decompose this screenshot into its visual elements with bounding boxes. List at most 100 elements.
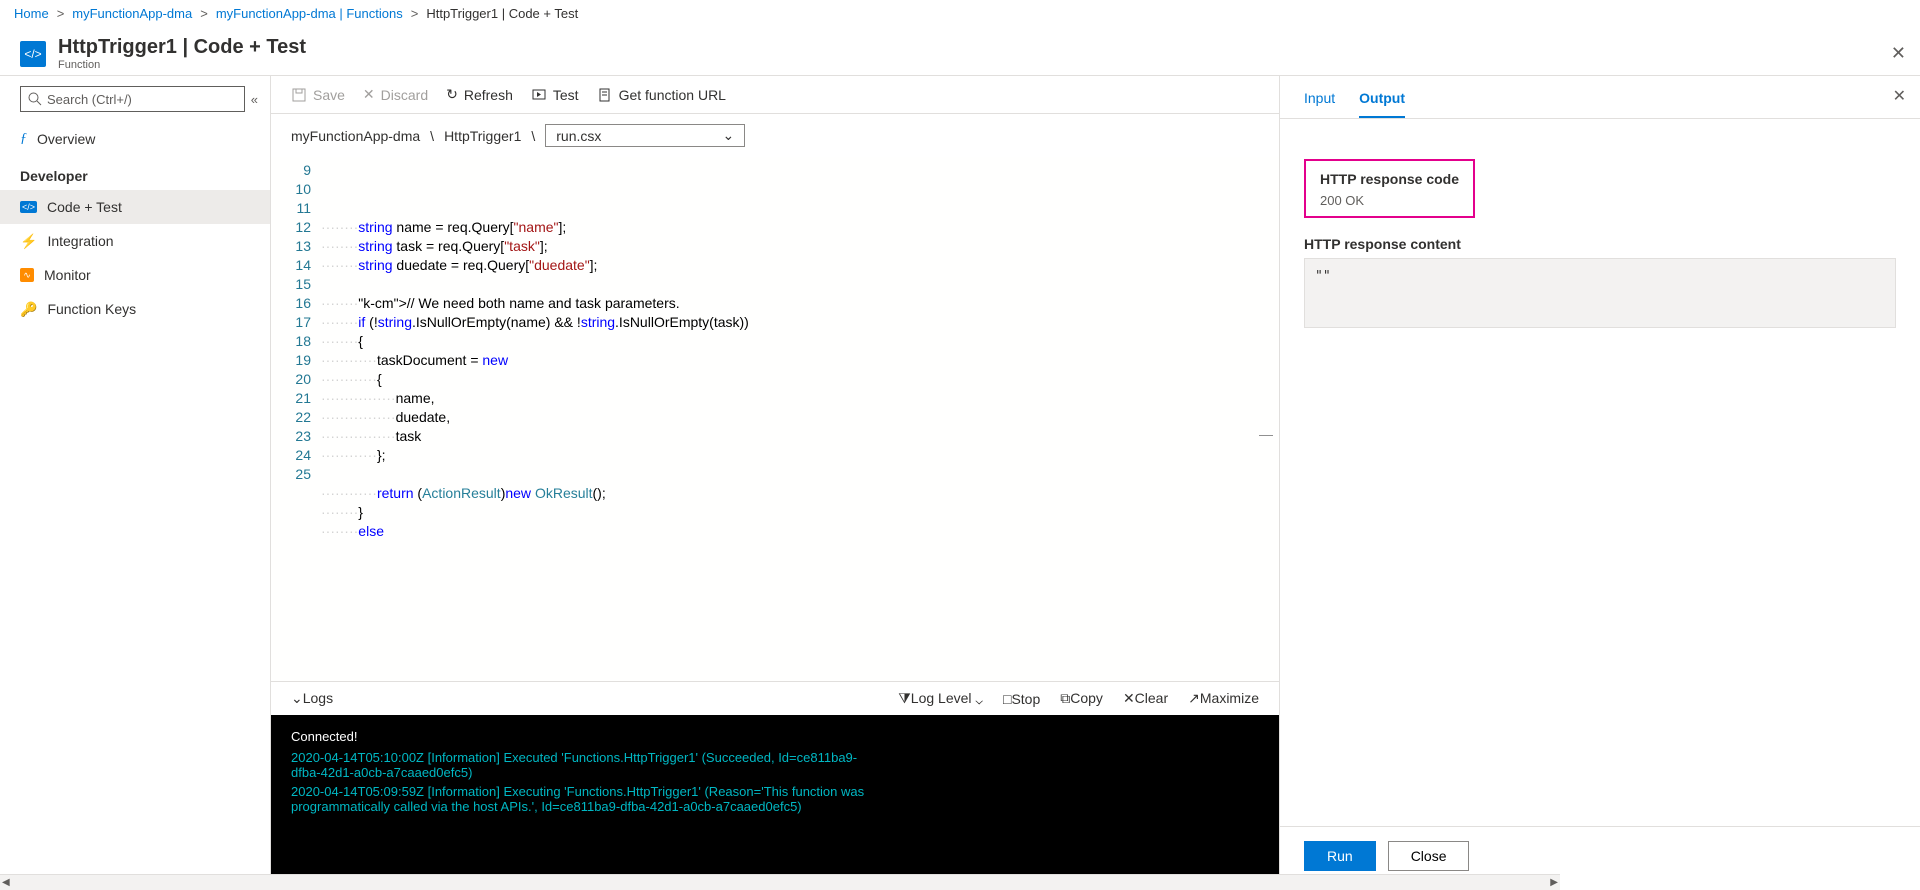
log-level-button[interactable]: ⧩Log Level ⌄ xyxy=(898,690,983,707)
chevron-right-icon: > xyxy=(200,6,208,21)
console-line: 2020-04-14T05:10:00Z [Information] Execu… xyxy=(291,750,881,780)
chevron-right-icon: > xyxy=(411,6,419,21)
refresh-button[interactable]: ↻ Refresh xyxy=(446,86,513,103)
editor-pane: Save ✕ Discard ↻ Refresh Test Get functi… xyxy=(271,76,1280,885)
toolbar-label: Get function URL xyxy=(619,87,726,103)
run-button[interactable]: Run xyxy=(1304,841,1376,871)
toolbar-label: Stop xyxy=(1011,691,1040,707)
toolbar-label: Clear xyxy=(1135,690,1168,706)
chevron-down-icon: ⌄ xyxy=(723,127,735,144)
test-button[interactable]: Test xyxy=(531,87,579,103)
scroll-right-icon[interactable]: ▶ xyxy=(1550,877,1558,888)
toolbar-label: Log Level xyxy=(911,690,972,706)
save-icon xyxy=(291,87,307,103)
key-icon: 🔑 xyxy=(20,301,37,318)
console-line: 2020-04-14T05:09:59Z [Information] Execu… xyxy=(291,784,881,814)
sidebar-item-label: Code + Test xyxy=(47,199,122,215)
stop-button[interactable]: □Stop xyxy=(1003,691,1040,707)
tab-input[interactable]: Input xyxy=(1304,90,1335,118)
response-code-box: HTTP response code 200 OK xyxy=(1304,159,1475,218)
get-url-button[interactable]: Get function URL xyxy=(597,87,726,103)
breadcrumb-app[interactable]: myFunctionApp-dma xyxy=(72,6,192,21)
response-content-box: "" xyxy=(1304,258,1896,328)
sidebar-item-integration[interactable]: ⚡ Integration xyxy=(0,224,270,258)
code-icon: </> xyxy=(20,201,37,213)
url-icon xyxy=(597,87,613,103)
discard-button[interactable]: ✕ Discard xyxy=(363,86,428,103)
breadcrumb-home[interactable]: Home xyxy=(14,6,49,21)
file-path-row: myFunctionApp-dma \ HttpTrigger1 \ run.c… xyxy=(271,114,1279,157)
maximize-button[interactable]: ↗Maximize xyxy=(1188,690,1259,707)
clear-icon: ✕ xyxy=(1123,690,1135,706)
sidebar-item-code-test[interactable]: </> Code + Test xyxy=(0,190,270,224)
chevron-down-icon: ⌄ xyxy=(972,690,983,706)
logs-toggle[interactable]: ⌄Logs xyxy=(291,690,333,707)
overview-icon: ƒ xyxy=(20,131,27,147)
sidebar-item-label: Overview xyxy=(37,131,95,147)
sidebar-heading-developer: Developer xyxy=(0,156,270,190)
sidebar-item-label: Integration xyxy=(47,233,113,249)
search-placeholder: Search (Ctrl+/) xyxy=(47,92,132,107)
sidebar-item-overview[interactable]: ƒ Overview xyxy=(0,122,270,156)
sidebar: Search (Ctrl+/) « ƒ Overview Developer <… xyxy=(0,76,271,885)
file-select[interactable]: run.csx ⌄ xyxy=(545,124,745,147)
code-editor[interactable]: 910111213141516171819202122232425 — ····… xyxy=(271,157,1279,681)
page-title: HttpTrigger1 | Code + Test xyxy=(58,36,306,59)
breadcrumb: Home > myFunctionApp-dma > myFunctionApp… xyxy=(0,0,1920,28)
editor-toolbar: Save ✕ Discard ↻ Refresh Test Get functi… xyxy=(271,76,1279,114)
save-button[interactable]: Save xyxy=(291,87,345,103)
lightning-icon: ⚡ xyxy=(20,233,37,250)
collapse-sidebar-icon[interactable]: « xyxy=(251,92,258,107)
tab-output[interactable]: Output xyxy=(1359,90,1405,118)
chevron-right-icon: > xyxy=(57,6,65,21)
toolbar-label: Discard xyxy=(381,87,428,103)
test-icon xyxy=(531,87,547,103)
horizontal-scrollbar[interactable]: ◀ ▶ xyxy=(0,874,1560,890)
logs-console: Connected! 2020-04-14T05:10:00Z [Informa… xyxy=(271,715,1279,885)
monitor-icon: ∿ xyxy=(20,268,34,282)
response-code-value: 200 OK xyxy=(1320,193,1459,208)
close-blade-button[interactable]: ✕ xyxy=(1891,43,1906,64)
page-subtitle: Function xyxy=(58,59,306,71)
breadcrumb-functions[interactable]: myFunctionApp-dma | Functions xyxy=(216,6,403,21)
chevron-down-icon: ⌄ xyxy=(291,690,303,706)
filter-icon: ⧩ xyxy=(898,690,911,706)
response-code-heading: HTTP response code xyxy=(1320,171,1459,187)
logs-label: Logs xyxy=(303,690,333,706)
file-select-value: run.csx xyxy=(556,128,601,144)
clear-button[interactable]: ✕Clear xyxy=(1123,690,1168,707)
sidebar-item-label: Monitor xyxy=(44,267,91,283)
response-content-section: HTTP response content "" xyxy=(1304,236,1896,328)
logs-toolbar: ⌄Logs ⧩Log Level ⌄ □Stop ⧉Copy ✕Clear ↗M… xyxy=(271,681,1279,715)
scroll-left-icon[interactable]: ◀ xyxy=(2,877,10,888)
toolbar-label: Save xyxy=(313,87,345,103)
path-sep: \ xyxy=(430,128,434,144)
close-button[interactable]: Close xyxy=(1388,841,1470,871)
breadcrumb-current: HttpTrigger1 | Code + Test xyxy=(426,6,578,21)
toolbar-label: Maximize xyxy=(1200,690,1259,706)
function-icon: </> xyxy=(20,41,46,67)
sidebar-item-monitor[interactable]: ∿ Monitor xyxy=(0,258,270,292)
search-icon xyxy=(27,91,43,107)
path-func: HttpTrigger1 xyxy=(444,128,521,144)
response-content-heading: HTTP response content xyxy=(1304,236,1896,252)
toolbar-label: Test xyxy=(553,87,579,103)
path-sep: \ xyxy=(531,128,535,144)
search-input[interactable]: Search (Ctrl+/) xyxy=(20,86,245,112)
page-header: </> HttpTrigger1 | Code + Test Function … xyxy=(0,28,1920,75)
refresh-icon: ↻ xyxy=(446,86,458,103)
toolbar-label: Refresh xyxy=(464,87,513,103)
close-panel-button[interactable]: ✕ xyxy=(1893,86,1906,106)
output-tabs: Input Output ✕ xyxy=(1280,76,1920,119)
path-app: myFunctionApp-dma xyxy=(291,128,420,144)
toolbar-label: Copy xyxy=(1070,690,1103,706)
code-content[interactable]: — ········string name = req.Query["name"… xyxy=(321,157,1279,681)
console-connected: Connected! xyxy=(291,729,1259,744)
copy-button[interactable]: ⧉Copy xyxy=(1060,690,1103,707)
test-output-pane: Input Output ✕ HTTP response code 200 OK… xyxy=(1280,76,1920,885)
sidebar-item-label: Function Keys xyxy=(47,301,136,317)
maximize-icon: ↗ xyxy=(1188,690,1200,706)
discard-icon: ✕ xyxy=(363,86,375,103)
sidebar-item-function-keys[interactable]: 🔑 Function Keys xyxy=(0,292,270,326)
fold-marker-icon[interactable]: — xyxy=(1259,425,1273,444)
